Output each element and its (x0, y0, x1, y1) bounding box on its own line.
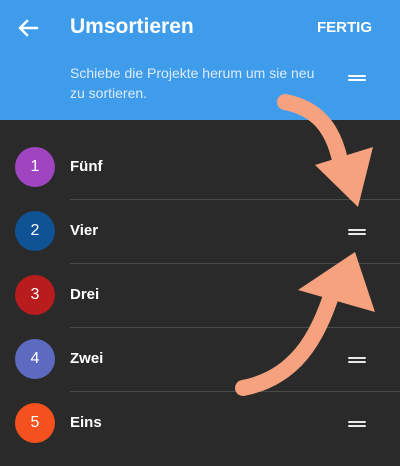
list-item[interactable]: 2 Vier (0, 200, 400, 264)
reorder-hint: Schiebe die Projekte herum um sie neu zu… (70, 65, 315, 101)
project-number-badge: 2 (15, 211, 55, 251)
drag-handle-icon[interactable] (348, 226, 366, 238)
list-item[interactable]: 3 Drei (0, 264, 400, 328)
project-number-badge: 4 (15, 339, 55, 379)
project-label: Vier (70, 222, 99, 239)
project-label: Drei (70, 286, 100, 303)
header-drag-handle-icon (348, 72, 366, 84)
project-number-badge: 5 (15, 403, 55, 443)
back-button[interactable] (14, 14, 42, 42)
arrow-left-icon (18, 19, 39, 37)
project-label: Fünf (70, 158, 103, 175)
app-header: Umsortieren FERTIG Schiebe die Projekte … (0, 0, 400, 120)
project-label: Eins (70, 414, 102, 431)
list-item[interactable]: 1 Fünf (0, 136, 400, 200)
project-label: Zwei (70, 350, 104, 367)
project-number-badge: 3 (15, 275, 55, 315)
drag-handle-icon[interactable] (348, 418, 366, 430)
done-button[interactable]: FERTIG (317, 19, 372, 36)
list-item[interactable]: 4 Zwei (0, 328, 400, 392)
page-title: Umsortieren (70, 15, 194, 38)
project-number-badge: 1 (15, 147, 55, 187)
list-item[interactable]: 5 Eins (0, 392, 400, 456)
drag-handle-icon[interactable] (348, 354, 366, 366)
